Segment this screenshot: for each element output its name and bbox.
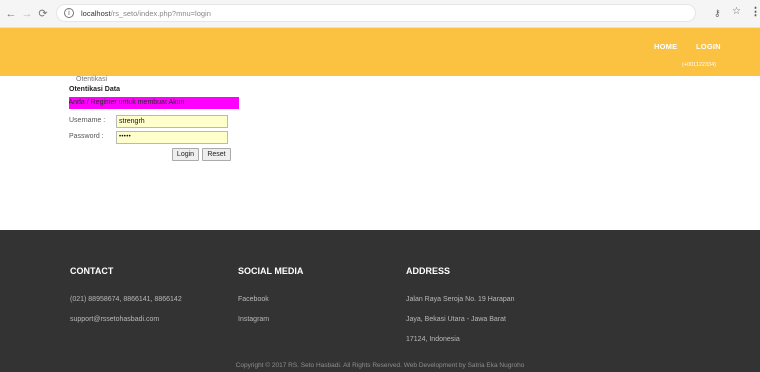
forward-arrow-icon[interactable]: → [20,7,34,21]
facebook-link[interactable]: Facebook [238,296,269,303]
form-title: Otentikasi Data [69,86,120,93]
copyright-text: Copyright © 2017 RS. Seto Hasbadi. All R… [235,362,525,369]
info-icon[interactable]: i [64,8,74,18]
site-footer: CONTACT (021) 88958674, 8866141, 8866142… [0,230,760,372]
username-label: Username : [69,117,106,124]
star-icon[interactable]: ☆ [732,6,741,17]
back-arrow-icon[interactable]: ← [4,7,18,21]
social-title: SOCIAL MEDIA [238,266,304,276]
address-line-1: Jalan Raya Seroja No. 19 Harapan [406,296,515,303]
site-header: HOME LOGIN (+001122334) [0,28,760,76]
login-button[interactable]: Login [172,148,199,161]
nav-login-link[interactable]: LOGIN [696,42,721,51]
url-path: /rs_seto/index.php?mnu=login [110,9,211,18]
reload-icon[interactable]: ⟳ [36,7,50,21]
register-banner: n Anda / Register untuk membuat Akun [69,97,239,109]
url-host: localhost [81,9,111,18]
address-line-3: 17124, Indonesia [406,336,460,343]
password-input[interactable]: ••••• [116,131,228,144]
nav-home-link[interactable]: HOME [654,42,677,51]
address-line-2: Jaya, Bekasi Utara - Jawa Barat [406,316,506,323]
menu-icon[interactable]: ⋮ [750,5,760,18]
address-bar[interactable]: i localhost/rs_seto/index.php?mnu=login [56,4,696,22]
reset-button[interactable]: Reset [202,148,231,161]
instagram-link[interactable]: Instagram [238,316,269,323]
address-title: ADDRESS [406,266,451,276]
key-icon[interactable]: ⚷ [714,8,721,19]
url-text: localhost/rs_seto/index.php?mnu=login [81,9,211,18]
password-label: Password : [69,133,104,140]
browser-toolbar: ← → ⟳ i localhost/rs_seto/index.php?mnu=… [0,0,760,28]
section-label: Otentikasi [76,76,108,83]
username-input[interactable]: strengrh [116,115,228,128]
contact-email[interactable]: support@rssetohasbadi.com [70,316,159,323]
contact-title: CONTACT [70,266,114,276]
register-banner-text: n Anda / Register untuk membuat Akun [69,99,185,106]
contact-phones: (021) 88958674, 8866141, 8866142 [70,296,182,303]
header-phone: (+001122334) [682,62,716,68]
